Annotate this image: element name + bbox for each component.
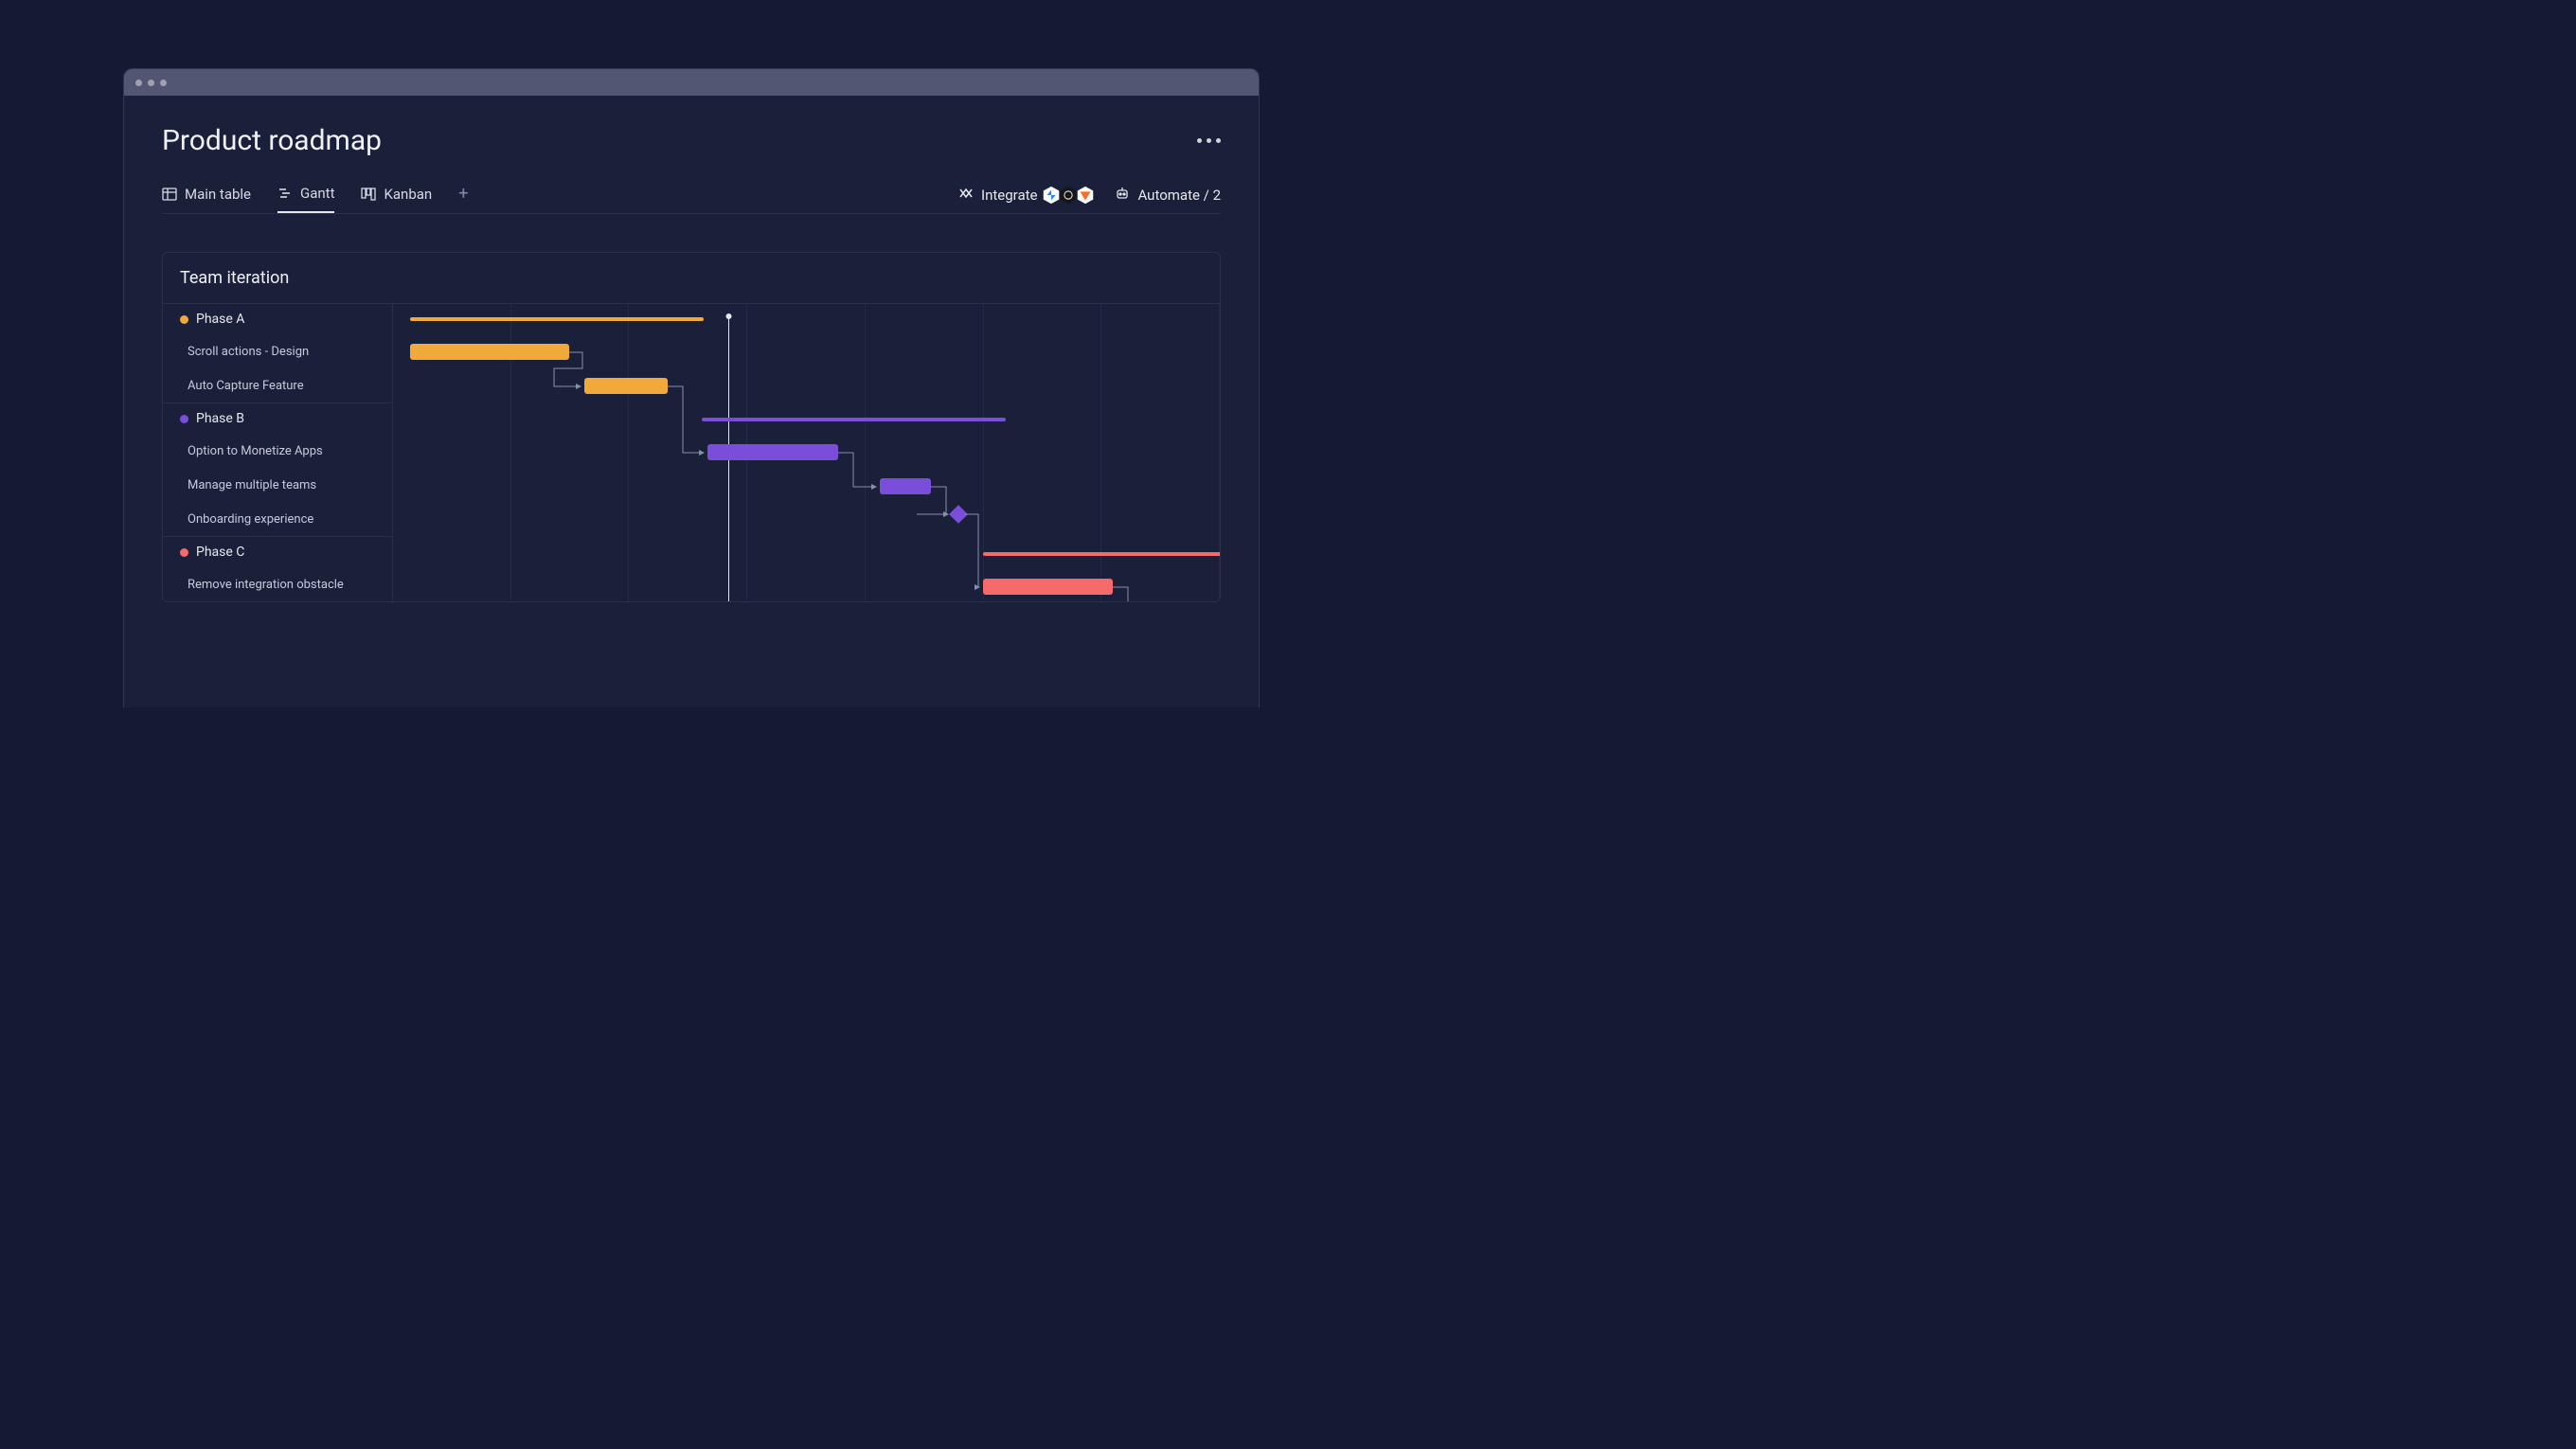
- gantt-milestone[interactable]: [949, 505, 968, 524]
- gantt-bar[interactable]: [880, 478, 931, 494]
- phase-summary-bar[interactable]: [983, 552, 1221, 556]
- kanban-icon: [361, 187, 376, 202]
- gantt-timeline[interactable]: [393, 304, 1220, 601]
- gantt-task-list: Phase A Scroll actions - Design Auto Cap…: [163, 304, 393, 601]
- window-maximize-dot[interactable]: [160, 80, 167, 86]
- phase-header-b[interactable]: Phase B: [163, 403, 392, 434]
- automate-label: Automate / 2: [1137, 187, 1221, 204]
- tab-gantt[interactable]: Gantt: [277, 185, 334, 213]
- gantt-bar[interactable]: [983, 579, 1113, 595]
- task-row[interactable]: Auto Capture Feature: [163, 368, 392, 402]
- phase-dot-icon: [180, 315, 188, 324]
- phase-summary-bar[interactable]: [410, 317, 704, 321]
- gantt-bar[interactable]: [707, 444, 838, 460]
- task-row[interactable]: Option to Monetize Apps: [163, 434, 392, 468]
- view-tabs: Main table Gantt Kanban +: [162, 184, 1221, 214]
- phase-name: Phase B: [196, 411, 244, 426]
- gantt-icon: [277, 186, 293, 201]
- window-minimize-dot[interactable]: [148, 80, 154, 86]
- robot-icon: [1115, 186, 1130, 205]
- gitlab-icon: [1075, 185, 1096, 206]
- tab-main-table[interactable]: Main table: [162, 186, 251, 212]
- task-row[interactable]: Remove integration obstacle: [163, 567, 392, 601]
- table-icon: [162, 187, 177, 202]
- tab-label: Main table: [185, 186, 251, 203]
- task-row[interactable]: Onboarding experience: [163, 502, 392, 536]
- gantt-bar[interactable]: [410, 344, 569, 360]
- gantt-chart: Team iteration Phase A Scroll actions - …: [162, 252, 1221, 602]
- window-close-dot[interactable]: [135, 80, 142, 86]
- phase-name: Phase A: [196, 312, 244, 327]
- phase-header-a[interactable]: Phase A: [163, 304, 392, 334]
- phase-dot-icon: [180, 415, 188, 423]
- integration-icons: [1045, 185, 1096, 206]
- task-row[interactable]: Scroll actions - Design: [163, 334, 392, 368]
- content-area: Product roadmap Main table Gantt: [124, 96, 1259, 602]
- phase-name: Phase C: [196, 545, 244, 560]
- more-options-button[interactable]: [1197, 138, 1221, 143]
- app-window: Product roadmap Main table Gantt: [123, 68, 1260, 707]
- group-title: Team iteration: [163, 253, 1220, 304]
- page-title: Product roadmap: [162, 124, 382, 157]
- integrate-label: Integrate: [981, 187, 1037, 204]
- tab-label: Kanban: [384, 186, 432, 203]
- tab-kanban[interactable]: Kanban: [361, 186, 432, 212]
- phase-summary-bar[interactable]: [702, 418, 1006, 421]
- integrate-icon: [958, 186, 974, 205]
- phase-header-c[interactable]: Phase C: [163, 537, 392, 567]
- gantt-bar[interactable]: [584, 378, 668, 394]
- window-titlebar: [124, 69, 1259, 96]
- automate-button[interactable]: Automate / 2: [1115, 186, 1221, 205]
- tab-label: Gantt: [300, 185, 334, 202]
- integrate-button[interactable]: Integrate: [958, 185, 1096, 206]
- add-view-button[interactable]: +: [458, 184, 468, 213]
- phase-dot-icon: [180, 548, 188, 557]
- task-row[interactable]: Manage multiple teams: [163, 468, 392, 502]
